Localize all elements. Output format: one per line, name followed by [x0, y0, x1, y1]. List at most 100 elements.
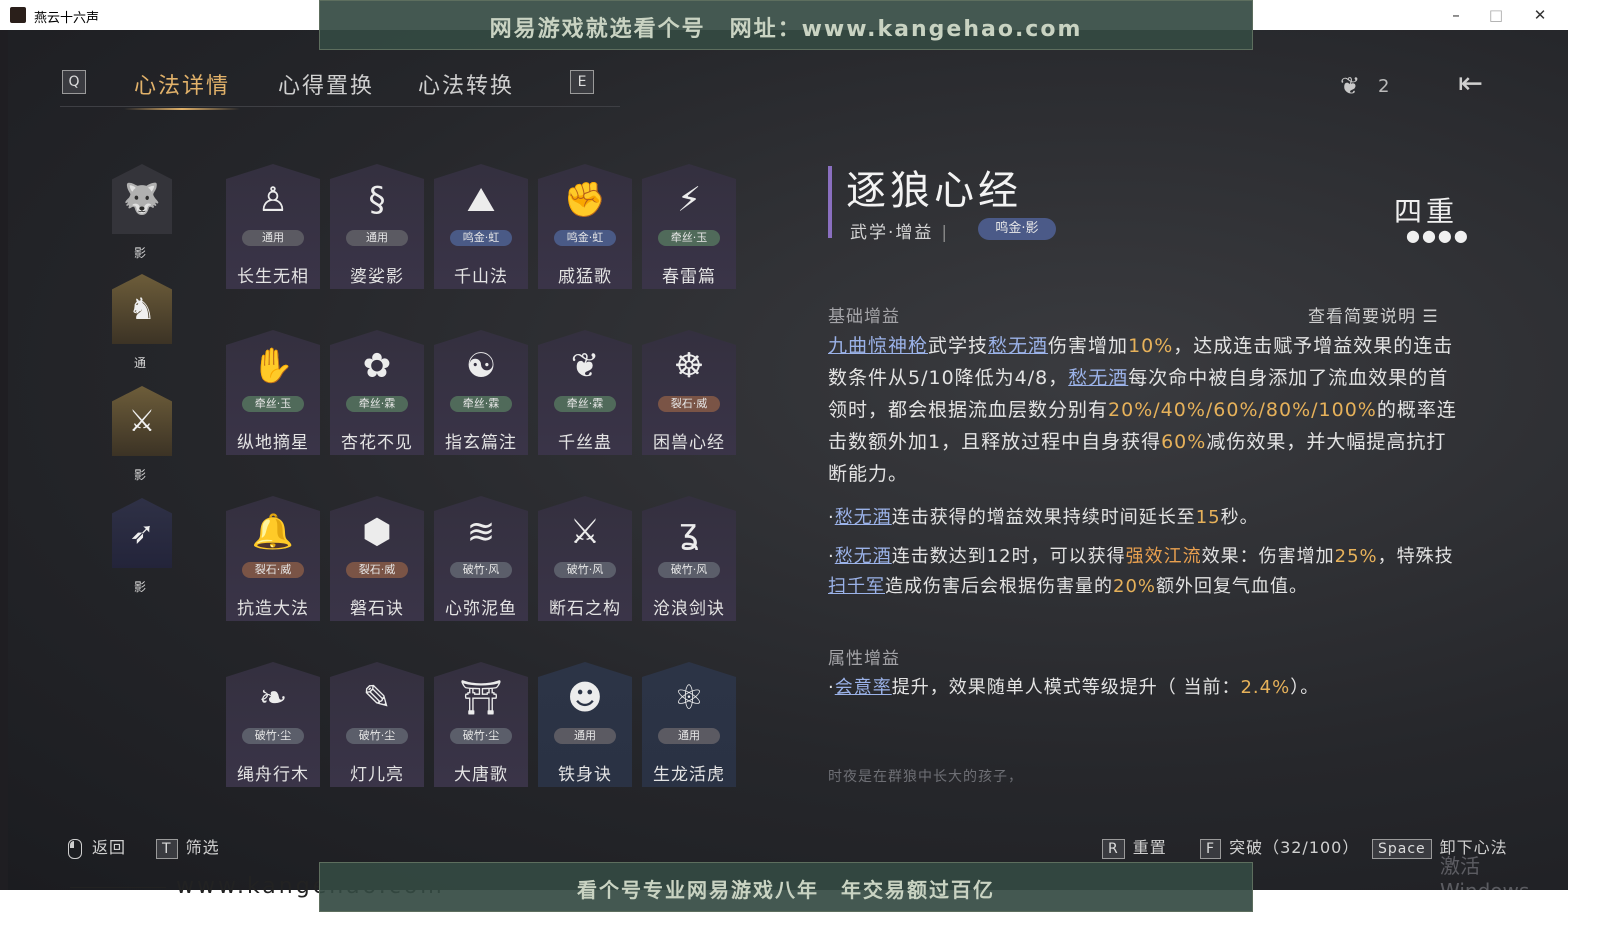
- method-type: 武学·增益: [850, 223, 934, 243]
- heart-method-card[interactable]: ʓ 破竹·风 沧浪剑诀: [642, 496, 736, 621]
- school-badge: 牵丝·玉: [658, 230, 720, 246]
- tab-insight-swap[interactable]: 心得置换: [278, 68, 374, 100]
- school-badge: 牵丝·霖: [346, 396, 408, 412]
- category-bow[interactable]: ➶ 影: [112, 498, 172, 594]
- trap-icon: ☸: [673, 346, 705, 386]
- text-run: 造成伤害后会根据伤害量的: [885, 576, 1113, 597]
- close-button[interactable]: ✕: [1520, 4, 1560, 26]
- heart-method-card[interactable]: ♙ 通用 长生无相: [226, 164, 320, 289]
- card-name: 绳舟行木: [237, 765, 309, 785]
- card-name: 生龙活虎: [653, 765, 725, 785]
- value-highlight: 20%/40%/60%/80%/100%: [1108, 399, 1377, 421]
- tab-method-convert[interactable]: 心法转换: [418, 68, 514, 100]
- feather-icon: ❦: [1340, 72, 1361, 100]
- toggle-brief-description[interactable]: 查看简要说明 ☰: [1308, 302, 1439, 327]
- value-highlight: 20%: [1113, 576, 1157, 597]
- card-name: 长生无相: [237, 267, 309, 287]
- attribute-link[interactable]: 会意率: [835, 677, 892, 698]
- heart-method-card[interactable]: ⚡ 牵丝·玉 春雷篇: [642, 164, 736, 289]
- back-arrow-icon[interactable]: ⇤: [1458, 66, 1483, 101]
- heart-method-card[interactable]: ⛩ 破竹·尘 大唐歌: [434, 662, 528, 787]
- wolf-icon: 🐺: [123, 182, 161, 217]
- list-toggle-icon: ☰: [1422, 307, 1439, 327]
- skill-link[interactable]: 愁无酒: [835, 546, 892, 567]
- school-badge: 裂石·威: [346, 562, 408, 578]
- unload-key: Space: [1372, 839, 1432, 859]
- fish-icon: ≋: [466, 512, 496, 552]
- heart-method-card[interactable]: ✿ 牵丝·霖 杏花不见: [330, 330, 424, 455]
- heart-method-card[interactable]: ☸ 裂石·威 困兽心经: [642, 330, 736, 455]
- text-run: 武学技: [928, 335, 989, 357]
- dragon-icon: §: [368, 180, 386, 220]
- heart-method-card[interactable]: ☻ 通用 铁身诀: [538, 662, 632, 787]
- card-name: 大唐歌: [454, 765, 508, 785]
- method-school-badge: 鸣金·影: [978, 218, 1056, 240]
- school-badge: 通用: [554, 728, 616, 744]
- school-badge: 破竹·尘: [346, 728, 408, 744]
- heart-method-card[interactable]: ❧ 破竹·尘 绳舟行木: [226, 662, 320, 787]
- card-name: 纵地摘星: [237, 433, 309, 453]
- skill-link[interactable]: 愁无酒: [988, 335, 1048, 357]
- text-run: 秒。: [1220, 507, 1259, 528]
- top-tab-bar: Q 心法详情 心得置换 心法转换 E: [60, 66, 620, 110]
- swirl-icon: ⚛: [673, 678, 705, 718]
- school-badge: 通用: [658, 728, 720, 744]
- palace-icon: ⛩: [459, 678, 503, 718]
- tab-heart-method-detail[interactable]: 心法详情: [123, 68, 241, 110]
- mouse-icon: [68, 838, 82, 859]
- text-run: 伤害增加: [1048, 335, 1129, 357]
- value-highlight: 25%: [1334, 546, 1378, 567]
- filter-key: T: [156, 839, 178, 859]
- heart-method-card[interactable]: ✎ 破竹·尘 灯儿亮: [330, 662, 424, 787]
- serpent-icon: ʓ: [679, 512, 699, 552]
- heart-method-card[interactable]: ⚔ 破竹·风 断石之构: [538, 496, 632, 621]
- heart-method-card[interactable]: ⚛ 通用生龙活虎: [642, 662, 736, 787]
- school-badge: 牵丝·霖: [554, 396, 616, 412]
- back-control[interactable]: 返回: [68, 834, 126, 859]
- heart-method-card[interactable]: ☯ 牵丝·霖 指玄篇注: [434, 330, 528, 455]
- feather-count: 2: [1378, 76, 1390, 97]
- top-banner-text: 网易游戏就选看个号 网址：www.kangehao.com: [489, 17, 1083, 42]
- skill-link[interactable]: 九曲惊神枪: [828, 335, 928, 357]
- skill-link[interactable]: 愁无酒: [835, 507, 892, 528]
- horse-icon: ♞: [128, 292, 156, 327]
- reset-label: 重置: [1132, 838, 1167, 857]
- yinyang-icon: ☯: [465, 346, 497, 386]
- school-badge: 破竹·风: [658, 562, 720, 578]
- next-tab-key[interactable]: E: [570, 70, 594, 94]
- reset-control[interactable]: R 重置: [1102, 834, 1167, 859]
- minimize-button[interactable]: –: [1436, 4, 1476, 26]
- lantern-icon: ✎: [362, 678, 392, 718]
- heart-method-card[interactable]: ⛰ 鸣金·虹 千山法: [434, 164, 528, 289]
- basic-bonus-paragraph: 九曲惊神枪武学技愁无酒伤害增加10%，达成连击赋予增益效果的连击数条件从5/10…: [828, 330, 1458, 490]
- breakthrough-label: 突破（32/100）: [1229, 838, 1360, 857]
- heart-method-card[interactable]: ✊ 鸣金·虹 戚猛歌: [538, 164, 632, 289]
- bow-icon: ➶: [129, 516, 155, 551]
- category-wolf[interactable]: 🐺 影: [112, 164, 172, 260]
- filter-control[interactable]: T 筛选: [156, 834, 220, 859]
- heart-method-card[interactable]: § 通用 婆娑影: [330, 164, 424, 289]
- skill-link[interactable]: 愁无酒: [1068, 367, 1128, 389]
- bottom-ad-banner: 看个号专业网易游戏八年 年交易额过百亿: [319, 862, 1253, 912]
- category-spears[interactable]: ⚔ 影: [112, 386, 172, 482]
- skill-link[interactable]: 扫千军: [828, 576, 885, 597]
- heart-method-card[interactable]: ≋ 破竹·风 心弥泥鱼: [434, 496, 528, 621]
- heart-method-card[interactable]: ⬢ 裂石·威 磐石诀: [330, 496, 424, 621]
- bonus-line-combo: ·愁无酒连击数达到12时，可以获得强效江流效果：伤害增加25%，特殊技扫千军造成…: [828, 542, 1458, 602]
- school-badge: 裂石·威: [242, 562, 304, 578]
- school-badge: 牵丝·霖: [450, 396, 512, 412]
- prev-tab-key[interactable]: Q: [62, 70, 86, 94]
- heart-method-card[interactable]: ✋ 牵丝·玉 纵地摘星: [226, 330, 320, 455]
- category-horse[interactable]: ♞ 通: [112, 274, 172, 370]
- window-title: 燕云十六声: [34, 11, 100, 26]
- maximize-button[interactable]: □: [1476, 4, 1516, 26]
- toggle-brief-label: 查看简要说明: [1308, 307, 1416, 327]
- card-name: 抗造大法: [237, 599, 309, 619]
- method-rank: 四重: [1394, 195, 1459, 228]
- breakthrough-control[interactable]: F 突破（32/100）: [1200, 834, 1359, 859]
- heart-method-card[interactable]: 🔔 裂石·威 抗造大法: [226, 496, 320, 621]
- card-name: 杏花不见: [341, 433, 413, 453]
- attribute-bonus-line: ·会意率提升，效果随单人模式等级提升（ 当前：2.4%）。: [828, 672, 1458, 704]
- category-tag: 通: [134, 356, 147, 370]
- heart-method-card[interactable]: ❦ 牵丝·霖 千丝蛊: [538, 330, 632, 455]
